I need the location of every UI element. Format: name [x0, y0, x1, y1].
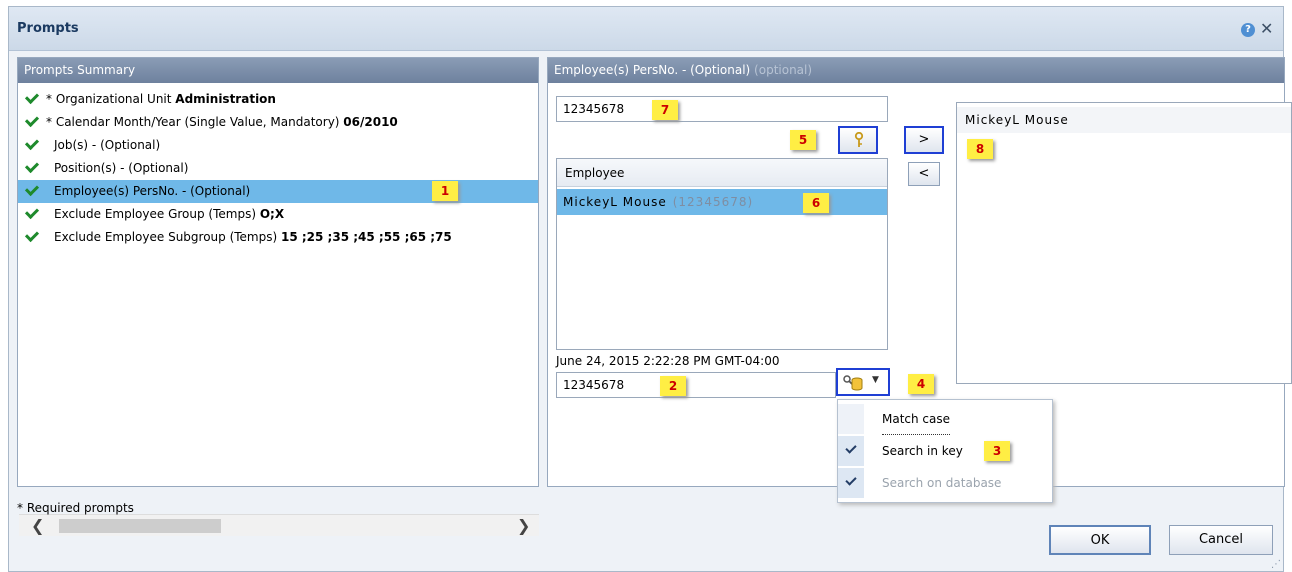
prompt-detail-title: Employee(s) PersNo. - (Optional) [554, 63, 751, 77]
add-button[interactable]: > [904, 126, 944, 154]
summary-row-label: Job(s) - (Optional) [54, 138, 161, 152]
close-icon[interactable]: ✕ [1260, 19, 1273, 38]
summary-row-label: Exclude Employee Subgroup (Temps) [54, 230, 281, 244]
menu-item-search-in-key[interactable]: Search in key 3 [838, 436, 1052, 466]
check-column [838, 404, 864, 434]
check-icon [24, 135, 40, 151]
check-icon [24, 181, 40, 197]
callout-marker-5: 5 [790, 130, 816, 150]
summary-row-label: * Organizational Unit [46, 92, 176, 106]
remove-button[interactable]: < [908, 162, 940, 186]
summary-row-label: Position(s) - (Optional) [54, 161, 189, 175]
resize-grip-icon[interactable]: ⋰ [1271, 559, 1281, 570]
check-column [838, 436, 864, 466]
search-database-icon [843, 375, 863, 391]
menu-item-match-case[interactable]: Match case [838, 404, 1052, 435]
check-icon [24, 89, 40, 105]
summary-row-value: 15 ;25 ;35 ;45 ;55 ;65 ;75 [281, 230, 452, 244]
cancel-button[interactable]: Cancel [1169, 525, 1273, 555]
prompts-dialog: Prompts ? ✕ Prompts Summary * Organizati… [8, 6, 1292, 572]
summary-row-exclude-subgroup[interactable]: Exclude Employee Subgroup (Temps) 15 ;25… [18, 226, 538, 249]
summary-row-label: * Calendar Month/Year (Single Value, Man… [46, 115, 344, 129]
summary-row-exclude-group[interactable]: Exclude Employee Group (Temps) O;X [18, 203, 538, 226]
ok-button[interactable]: OK [1049, 525, 1151, 555]
menu-item-label: Search in key [882, 444, 963, 458]
callout-marker-3: 3 [984, 441, 1010, 461]
checkmark-icon [845, 474, 857, 486]
summary-row-label: Employee(s) PersNo. - (Optional) [54, 184, 251, 198]
check-icon [24, 112, 40, 128]
dialog-title: Prompts [17, 21, 79, 36]
check-icon [24, 227, 40, 243]
callout-marker-8: 8 [967, 139, 993, 159]
summary-row-org-unit[interactable]: * Organizational Unit Administration [18, 88, 538, 111]
scroll-thumb[interactable] [59, 519, 221, 533]
menu-item-search-on-database: Search on database [838, 468, 1052, 498]
summary-row-calendar-month[interactable]: * Calendar Month/Year (Single Value, Man… [18, 111, 538, 134]
help-icon[interactable]: ? [1241, 23, 1255, 37]
search-options-menu: Match case Search in key 3 Search on dat… [837, 399, 1053, 503]
search-input-value: 12345678 [563, 378, 625, 392]
menu-item-label: Search on database [882, 476, 1002, 490]
checkmark-icon [845, 442, 857, 454]
scroll-left-icon[interactable]: ❮ [31, 515, 44, 537]
summary-row-positions[interactable]: Position(s) - (Optional) [18, 157, 538, 180]
list-item-name: MickeyL Mouse [563, 195, 667, 209]
values-list: Employee MickeyL Mouse (12345678) 6 [556, 158, 888, 350]
summary-row-jobs[interactable]: Job(s) - (Optional) [18, 134, 538, 157]
search-options-button[interactable]: ▼ [836, 368, 890, 396]
list-item-key: (12345678) [672, 195, 754, 209]
check-icon [24, 158, 40, 174]
summary-row-label: Exclude Employee Group (Temps) [54, 207, 260, 221]
callout-marker-4: 4 [908, 374, 934, 394]
chevron-down-icon: ▼ [872, 375, 879, 385]
show-key-button[interactable] [838, 126, 878, 154]
prompts-summary-panel: Prompts Summary * Organizational Unit Ad… [17, 57, 539, 536]
list-item[interactable]: MickeyL Mouse (12345678) 6 [557, 189, 887, 215]
callout-marker-7: 7 [652, 100, 678, 120]
prompt-detail-header: Employee(s) PersNo. - (Optional) (option… [548, 58, 1284, 83]
values-list-header: Employee [557, 159, 887, 187]
key-input[interactable]: 12345678 [556, 96, 888, 122]
refresh-timestamp: June 24, 2015 2:22:28 PM GMT-04:00 [556, 354, 780, 368]
selected-values-list: MickeyL Mouse 8 [956, 102, 1292, 384]
prompts-summary-header: Prompts Summary [18, 58, 538, 83]
prompt-detail-optional-hint: (optional) [754, 63, 813, 77]
horizontal-scrollbar[interactable]: ❮ ❯ [19, 514, 539, 536]
summary-row-value: Administration [175, 92, 276, 106]
required-prompts-note: * Required prompts [17, 501, 134, 515]
key-input-value: 12345678 [563, 102, 625, 116]
callout-marker-6: 6 [803, 193, 829, 213]
key-icon [854, 132, 864, 147]
summary-row-value: O;X [259, 207, 285, 221]
scroll-right-icon[interactable]: ❯ [517, 515, 530, 537]
search-input[interactable]: 12345678 [556, 372, 836, 398]
check-column [838, 468, 864, 498]
menu-item-label: Match case [882, 404, 951, 435]
callout-marker-1: 1 [432, 181, 458, 201]
selected-value-item[interactable]: MickeyL Mouse [957, 107, 1291, 133]
summary-row-employee-persno[interactable]: Employee(s) PersNo. - (Optional) 1 [18, 180, 538, 203]
check-icon [24, 204, 40, 220]
dialog-titlebar: Prompts ? ✕ [9, 7, 1283, 51]
callout-marker-2: 2 [660, 376, 686, 396]
summary-row-value: 06/2010 [343, 115, 398, 129]
